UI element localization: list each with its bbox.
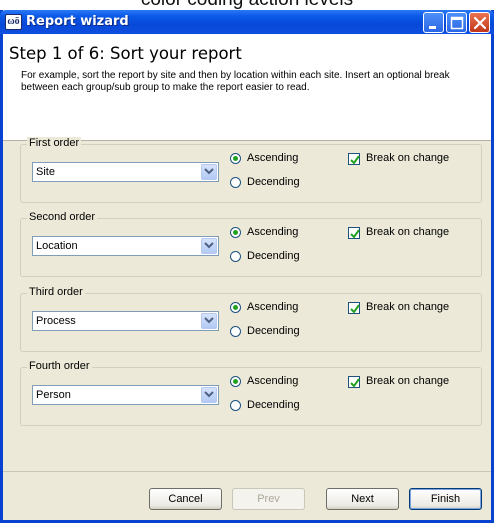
close-button[interactable] (469, 12, 490, 33)
chevron-down-icon (204, 242, 214, 249)
group-legend: First order (27, 137, 82, 149)
break-on-change-label: Break on change (366, 152, 450, 164)
ascending-radio[interactable] (230, 227, 241, 238)
select-value: Location (36, 240, 78, 252)
app-icon: ωō (5, 14, 22, 30)
sort-group-fourth: Fourth order Person Ascending Decending … (20, 360, 482, 426)
minimize-icon (429, 26, 436, 29)
ascending-label: Ascending (247, 375, 299, 387)
break-on-change-label: Break on change (366, 226, 450, 238)
sort-field-select[interactable]: Site (32, 162, 219, 182)
ascending-radio[interactable] (230, 376, 241, 387)
descending-label: Decending (247, 325, 300, 337)
break-on-change-checkbox[interactable] (348, 376, 360, 388)
descending-radio[interactable] (230, 251, 241, 262)
dropdown-button[interactable] (201, 387, 217, 403)
group-legend: Third order (27, 286, 85, 298)
ascending-radio[interactable] (230, 302, 241, 313)
ascending-label: Ascending (247, 301, 299, 313)
select-value: Process (36, 315, 76, 327)
chevron-down-icon (204, 317, 214, 324)
chevron-down-icon (204, 168, 214, 175)
maximize-button[interactable] (446, 12, 467, 33)
dropdown-button[interactable] (201, 164, 217, 180)
report-wizard-window: ωō Report wizard Step 1 of 6: Sort your … (0, 10, 494, 523)
sort-field-select[interactable]: Location (32, 236, 219, 256)
ascending-radio[interactable] (230, 153, 241, 164)
sort-field-select[interactable]: Person (32, 385, 219, 405)
dropdown-button[interactable] (201, 238, 217, 254)
checkmark-icon (350, 155, 360, 165)
window-title: Report wizard (26, 14, 129, 29)
descending-label: Decending (247, 176, 300, 188)
break-on-change-checkbox[interactable] (348, 153, 360, 165)
sort-group-first: First order Site Ascending Decending Bre… (20, 137, 482, 203)
dropdown-button[interactable] (201, 313, 217, 329)
descending-radio[interactable] (230, 326, 241, 337)
close-icon (473, 16, 487, 30)
chevron-down-icon (204, 391, 214, 398)
checkmark-icon (350, 229, 360, 239)
step-title: Step 1 of 6: Sort your report (9, 44, 242, 63)
descending-radio[interactable] (230, 177, 241, 188)
descending-label: Decending (247, 399, 300, 411)
minimize-button[interactable] (423, 12, 444, 33)
sort-group-second: Second order Location Ascending Decendin… (20, 211, 482, 277)
ascending-label: Ascending (247, 226, 299, 238)
break-on-change-label: Break on change (366, 375, 450, 387)
wizard-header: Step 1 of 6: Sort your report For exampl… (3, 34, 491, 141)
checkmark-icon (350, 304, 360, 314)
break-on-change-label: Break on change (366, 301, 450, 313)
prev-button[interactable]: Prev (232, 488, 305, 510)
cancel-button[interactable]: Cancel (149, 488, 222, 510)
select-value: Site (36, 166, 55, 178)
break-on-change-checkbox[interactable] (348, 227, 360, 239)
group-legend: Fourth order (27, 360, 92, 372)
next-button[interactable]: Next (326, 488, 399, 510)
finish-button[interactable]: Finish (409, 488, 482, 510)
sort-group-third: Third order Process Ascending Decending … (20, 286, 482, 352)
ascending-label: Ascending (247, 152, 299, 164)
descending-label: Decending (247, 250, 300, 262)
maximize-icon (450, 16, 464, 30)
break-on-change-checkbox[interactable] (348, 302, 360, 314)
title-bar[interactable]: ωō Report wizard (0, 10, 494, 34)
checkmark-icon (350, 378, 360, 388)
step-description: For example, sort the report by site and… (21, 70, 450, 93)
group-legend: Second order (27, 211, 98, 223)
select-value: Person (36, 389, 71, 401)
descending-radio[interactable] (230, 400, 241, 411)
sort-field-select[interactable]: Process (32, 311, 219, 331)
footer-divider (3, 471, 491, 472)
caption-text: color coding action levels (0, 0, 494, 10)
